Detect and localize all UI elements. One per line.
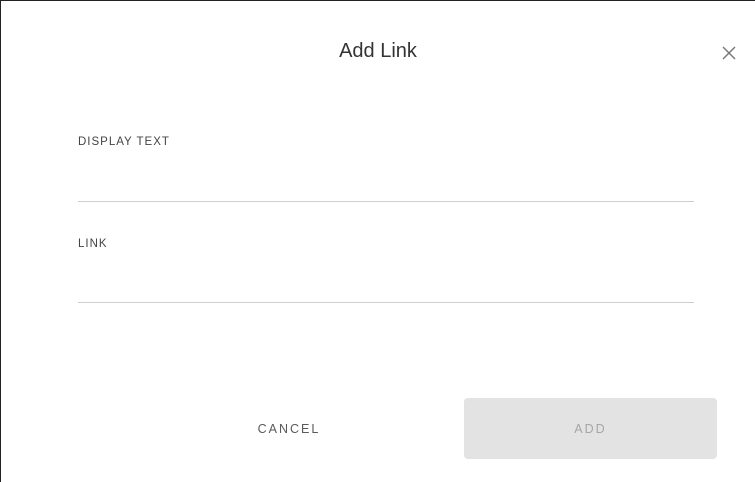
close-button[interactable] xyxy=(717,41,741,65)
cancel-button[interactable]: CANCEL xyxy=(155,399,423,458)
add-link-dialog: Add Link DISPLAY TEXT LINK CANCEL ADD xyxy=(0,0,755,482)
dialog-title: Add Link xyxy=(339,40,417,62)
link-input[interactable] xyxy=(78,276,694,303)
display-text-input[interactable] xyxy=(78,175,694,202)
link-label: LINK xyxy=(78,238,108,250)
close-icon xyxy=(722,46,736,60)
add-button[interactable]: ADD xyxy=(464,398,717,459)
display-text-label: DISPLAY TEXT xyxy=(78,136,170,148)
